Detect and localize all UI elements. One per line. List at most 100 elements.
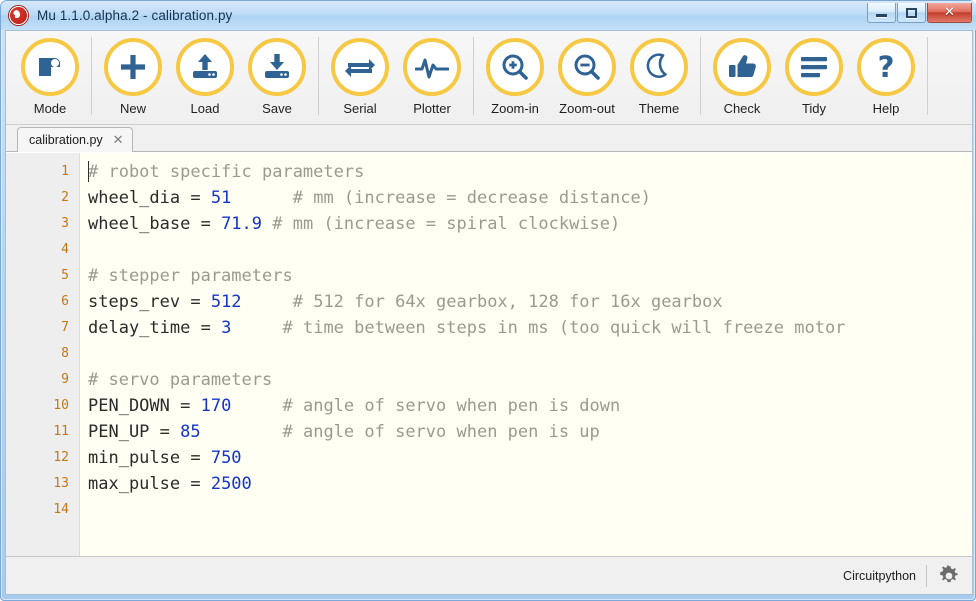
moon-icon: [630, 38, 688, 96]
close-button[interactable]: ✕: [927, 3, 972, 23]
code-token-plain: wheel_base =: [88, 214, 222, 234]
mu-logo-icon: [9, 6, 28, 25]
line-number: 3: [61, 216, 69, 231]
toolbar-label-new: New: [119, 101, 146, 116]
code-token-plain: max_pulse =: [88, 474, 211, 494]
code-text-area[interactable]: # robot specific parameters wheel_dia = 5…: [80, 153, 972, 556]
maximize-button[interactable]: [897, 3, 926, 23]
toolbar-label-serial: Serial: [343, 101, 377, 116]
mode-icon: [21, 38, 79, 96]
toolbar-separator: [700, 37, 701, 115]
code-token-comment: # angle of servo when pen is up: [282, 422, 600, 442]
toolbar-label-check: Check: [723, 101, 761, 116]
code-token-comment: # mm (increase = spiral clockwise): [272, 214, 621, 234]
line-number-gutter: 1 2 3 4 5 6 7 8 9 10 11 12 13 14: [6, 153, 80, 556]
line-number: 12: [53, 450, 69, 465]
line-number: 13: [53, 476, 69, 491]
hamburger-lines-icon: [785, 38, 843, 96]
line-number: 14: [53, 502, 69, 517]
tab-calibration-py[interactable]: calibration.py ✕: [17, 127, 133, 152]
code-token-comment: # time between steps in ms (too quick wi…: [282, 318, 846, 338]
code-token-num: 512: [210, 292, 242, 312]
toolbar-label-zoom-in: Zoom-in: [491, 101, 539, 116]
toolbar-button-load[interactable]: Load: [169, 31, 241, 116]
code-line: PEN_UP = 85 # angle of servo when pen is…: [88, 419, 972, 445]
code-line: PEN_DOWN = 170 # angle of servo when pen…: [88, 393, 972, 419]
toolbar-button-tidy[interactable]: Tidy: [778, 31, 850, 116]
status-separator: [926, 564, 927, 587]
arrows-exchange-icon: [331, 38, 389, 96]
maximize-icon: [906, 7, 917, 18]
toolbar-label-help: Help: [872, 101, 900, 116]
upload-icon: [176, 38, 234, 96]
toolbar-label-plotter: Plotter: [413, 101, 451, 116]
code-token-comment: # servo parameters: [88, 370, 273, 390]
toolbar-label-theme: Theme: [638, 101, 680, 116]
line-number: 8: [61, 346, 69, 361]
magnifier-minus-icon: [558, 38, 616, 96]
code-token-plain: PEN_UP =: [88, 422, 181, 442]
download-icon: [248, 38, 306, 96]
line-number: 4: [61, 242, 69, 257]
tab-bar: calibration.py ✕: [6, 125, 972, 152]
plus-icon: [104, 38, 162, 96]
code-line: min_pulse = 750: [88, 445, 972, 471]
toolbar-separator: [91, 37, 92, 115]
code-token-plain: wheel_dia =: [88, 188, 211, 208]
code-line: # robot specific parameters: [88, 159, 972, 185]
status-bar: Circuitpython: [6, 556, 972, 594]
toolbar-label-load: Load: [190, 101, 220, 116]
toolbar-separator: [473, 37, 474, 115]
minimize-button[interactable]: [867, 3, 896, 23]
code-token-comment: # 512 for 64x gearbox, 128 for 16x gearb…: [292, 292, 723, 312]
close-icon: ✕: [944, 5, 955, 20]
code-line: wheel_dia = 51 # mm (increase = decrease…: [88, 185, 972, 211]
mu-editor-window: Mu 1.1.0.alpha.2 - calibration.py ✕ Mode…: [0, 0, 976, 601]
tab-label: calibration.py: [29, 133, 103, 147]
main-toolbar: Mode New Load Save Serial Plotter Zoom-i…: [6, 31, 972, 125]
toolbar-button-zoom-out[interactable]: Zoom-out: [551, 31, 623, 116]
line-number: 6: [61, 294, 69, 309]
code-editor[interactable]: 1 2 3 4 5 6 7 8 9 10 11 12 13 14 # robot specific par…: [6, 152, 972, 556]
code-token-num: 85: [180, 422, 201, 442]
code-token-plain: PEN_DOWN =: [88, 396, 201, 416]
code-token-num: 71.9: [221, 214, 263, 234]
toolbar-button-mode[interactable]: Mode: [14, 31, 86, 116]
toolbar-button-plotter[interactable]: Plotter: [396, 31, 468, 116]
status-mode-label[interactable]: Circuitpython: [843, 569, 926, 583]
toolbar-button-zoom-in[interactable]: Zoom-in: [479, 31, 551, 116]
code-token-comment: # angle of servo when pen is down: [282, 396, 621, 416]
toolbar-button-help[interactable]: ? Help: [850, 31, 922, 116]
code-token-num: 3: [221, 318, 232, 338]
code-token-comment: # stepper parameters: [88, 266, 293, 286]
toolbar-button-new[interactable]: New: [97, 31, 169, 116]
code-token-plain: steps_rev =: [88, 292, 211, 312]
toolbar-label-tidy: Tidy: [801, 101, 827, 116]
close-icon[interactable]: ✕: [113, 134, 124, 147]
gear-icon[interactable]: [936, 563, 962, 589]
line-number: 9: [61, 372, 69, 387]
code-line: wheel_base = 71.9 # mm (increase = spira…: [88, 211, 972, 237]
toolbar-button-theme[interactable]: Theme: [623, 31, 695, 116]
magnifier-plus-icon: [486, 38, 544, 96]
line-number: 5: [61, 268, 69, 283]
code-token-num: 2500: [210, 474, 252, 494]
code-token-plain: min_pulse =: [88, 448, 211, 468]
code-token-plain: delay_time =: [88, 318, 222, 338]
line-number: 10: [53, 398, 69, 413]
client-area: Mode New Load Save Serial Plotter Zoom-i…: [5, 30, 973, 595]
toolbar-button-serial[interactable]: Serial: [324, 31, 396, 116]
code-token-comment: # mm (increase = decrease distance): [292, 188, 651, 208]
code-line: delay_time = 3 # time between steps in m…: [88, 315, 972, 341]
toolbar-button-save[interactable]: Save: [241, 31, 313, 116]
toolbar-button-check[interactable]: Check: [706, 31, 778, 116]
code-line: # stepper parameters: [88, 263, 972, 289]
toolbar-label-mode: Mode: [33, 101, 67, 116]
title-bar[interactable]: Mu 1.1.0.alpha.2 - calibration.py ✕: [1, 1, 976, 30]
